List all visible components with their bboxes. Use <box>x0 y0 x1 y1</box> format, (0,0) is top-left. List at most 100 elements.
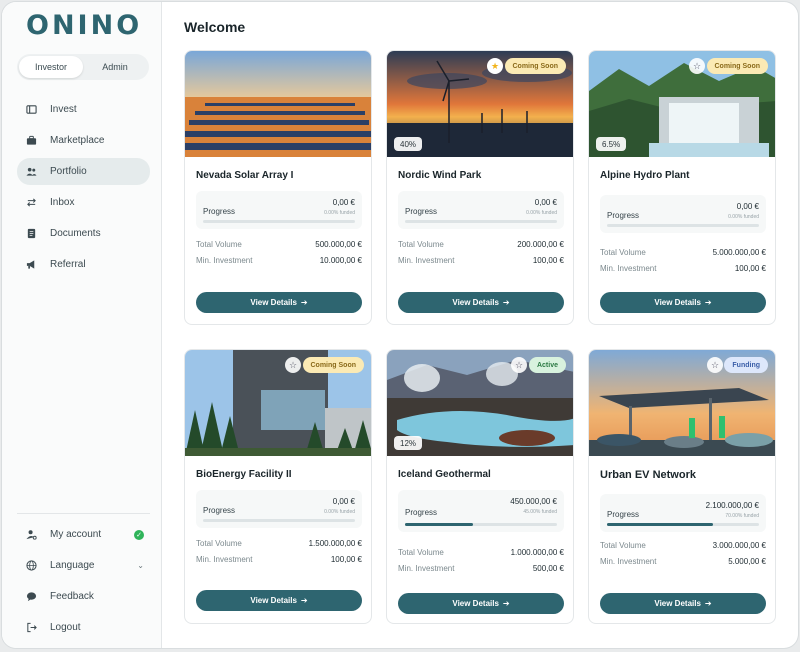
status-badge: Coming Soon <box>302 357 364 373</box>
min-investment-label: Min. Investment <box>196 555 253 564</box>
funded-percent: 0.00% funded <box>324 210 355 216</box>
favorite-star-icon[interactable]: ☆ <box>689 58 705 74</box>
funded-percent: 0.00% funded <box>324 509 355 515</box>
view-details-label: View Details <box>452 298 499 307</box>
role-toggle: Investor Admin <box>17 54 149 80</box>
sidebar-item-language[interactable]: Language ⌄ <box>17 552 150 579</box>
total-volume-label: Total Volume <box>398 240 444 249</box>
min-investment-value: 500,00 € <box>532 564 564 573</box>
total-volume-row: Total Volume 3.000.000,00 € <box>600 541 766 550</box>
min-investment-value: 100,00 € <box>532 256 564 265</box>
project-card-nordic-wind[interactable]: ★ Coming Soon 40% Nordic Wind Park Progr… <box>386 50 574 325</box>
project-card-iceland-geothermal[interactable]: ☆ Active 12% Iceland Geothermal Progress… <box>386 349 574 624</box>
total-volume-label: Total Volume <box>196 539 242 548</box>
project-title: Alpine Hydro Plant <box>600 170 690 181</box>
min-investment-row: Min. Investment 100,00 € <box>600 264 766 273</box>
progress-bar <box>203 519 355 522</box>
favorite-star-icon[interactable]: ☆ <box>285 357 301 373</box>
view-details-label: View Details <box>654 298 701 307</box>
progress-bar <box>203 220 355 223</box>
sidebar-divider <box>17 513 150 514</box>
arrow-right-icon: ➔ <box>300 596 308 605</box>
chat-icon <box>25 591 37 603</box>
min-investment-value: 100,00 € <box>734 264 766 273</box>
briefcase-icon <box>25 135 37 147</box>
min-investment-row: Min. Investment 500,00 € <box>398 564 564 573</box>
project-card-bioenergy[interactable]: ☆ Coming Soon BioEnergy Facility II Prog… <box>184 349 372 624</box>
progress-label: Progress <box>607 211 640 220</box>
sidebar-item-documents[interactable]: Documents <box>17 220 150 247</box>
total-volume-row: Total Volume 1.500.000,00 € <box>196 539 362 548</box>
total-volume-value: 1.500.000,00 € <box>308 539 362 548</box>
progress-panel: Progress 450.000,00 € 45.00% funded <box>398 490 564 532</box>
sidebar-item-logout[interactable]: Logout <box>17 614 150 641</box>
app-window: ONINO Investor Admin Invest Marketplace … <box>2 2 798 648</box>
logout-icon <box>25 622 37 634</box>
total-volume-value: 1.000.000,00 € <box>510 548 564 557</box>
progress-panel: Progress 0,00 € 0.00% funded <box>398 191 564 229</box>
users-icon <box>25 166 37 178</box>
sidebar-item-marketplace[interactable]: Marketplace <box>17 127 150 154</box>
sidebar-item-invest[interactable]: Invest <box>17 96 150 123</box>
favorite-star-icon[interactable]: ★ <box>487 58 503 74</box>
page-title: Welcome <box>184 19 246 35</box>
view-details-label: View Details <box>654 599 701 608</box>
sidebar-item-label: Portfolio <box>50 166 87 177</box>
total-volume-label: Total Volume <box>600 248 646 257</box>
sidebar-item-referral[interactable]: Referral <box>17 251 150 278</box>
view-details-button[interactable]: View Details ➔ <box>196 292 362 313</box>
view-details-button[interactable]: View Details ➔ <box>600 593 766 614</box>
min-investment-label: Min. Investment <box>600 557 657 566</box>
raised-amount: 2.100.000,00 € <box>705 501 759 510</box>
funded-percent: 45.00% funded <box>523 509 557 515</box>
arrows-icon <box>25 197 37 209</box>
view-details-button[interactable]: View Details ➔ <box>600 292 766 313</box>
arrow-right-icon: ➔ <box>502 599 510 608</box>
sidebar-item-portfolio[interactable]: Portfolio <box>17 158 150 185</box>
total-volume-label: Total Volume <box>196 240 242 249</box>
chevron-down-icon: ⌄ <box>137 561 144 570</box>
role-option-investor[interactable]: Investor <box>19 56 83 78</box>
min-investment-row: Min. Investment 10.000,00 € <box>196 256 362 265</box>
view-details-label: View Details <box>452 599 499 608</box>
megaphone-icon <box>25 259 37 271</box>
return-chip: 12% <box>394 436 423 450</box>
brand-logo[interactable]: ONINO <box>26 10 142 41</box>
role-option-admin[interactable]: Admin <box>83 56 147 78</box>
view-details-label: View Details <box>250 596 297 605</box>
sidebar-item-label: Invest <box>50 104 77 115</box>
sidebar-item-my-account[interactable]: My account ✓ <box>17 521 150 548</box>
view-details-button[interactable]: View Details ➔ <box>398 593 564 614</box>
favorite-star-icon[interactable]: ☆ <box>707 357 723 373</box>
arrow-right-icon: ➔ <box>704 599 712 608</box>
project-image-solar-field <box>185 51 371 157</box>
sidebar-item-inbox[interactable]: Inbox <box>17 189 150 216</box>
raised-amount: 0,00 € <box>736 202 759 211</box>
verified-check-icon: ✓ <box>134 529 144 540</box>
total-volume-value: 3.000.000,00 € <box>712 541 766 550</box>
min-investment-value: 100,00 € <box>330 555 362 564</box>
min-investment-value: 10.000,00 € <box>319 256 362 265</box>
total-volume-label: Total Volume <box>398 548 444 557</box>
project-card-nevada-solar[interactable]: Nevada Solar Array I Progress 0,00 € 0.0… <box>184 50 372 325</box>
min-investment-row: Min. Investment 5.000,00 € <box>600 557 766 566</box>
min-investment-label: Min. Investment <box>398 564 455 573</box>
progress-panel: Progress 0,00 € 0.00% funded <box>600 195 766 233</box>
min-investment-label: Min. Investment <box>196 256 253 265</box>
total-volume-row: Total Volume 5.000.000,00 € <box>600 248 766 257</box>
progress-label: Progress <box>405 207 438 216</box>
view-details-button[interactable]: View Details ➔ <box>398 292 564 313</box>
return-chip: 6.5% <box>596 137 627 151</box>
project-card-urban-ev[interactable]: ☆ Funding Urban EV Network Progress 2.10… <box>588 349 776 624</box>
favorite-star-icon[interactable]: ☆ <box>511 357 527 373</box>
project-title: Iceland Geothermal <box>398 469 491 480</box>
status-badge: Coming Soon <box>504 58 566 74</box>
arrow-right-icon: ➔ <box>704 298 712 307</box>
sidebar-item-feedback[interactable]: Feedback <box>17 583 150 610</box>
return-chip: 40% <box>394 137 423 151</box>
total-volume-label: Total Volume <box>600 541 646 550</box>
main-content: Welcome Nevada Solar Array I Progress 0,… <box>162 2 798 648</box>
project-card-alpine-hydro[interactable]: ☆ Coming Soon 6.5% Alpine Hydro Plant Pr… <box>588 50 776 325</box>
view-details-button[interactable]: View Details ➔ <box>196 590 362 611</box>
sidebar-item-label: My account <box>50 529 102 540</box>
